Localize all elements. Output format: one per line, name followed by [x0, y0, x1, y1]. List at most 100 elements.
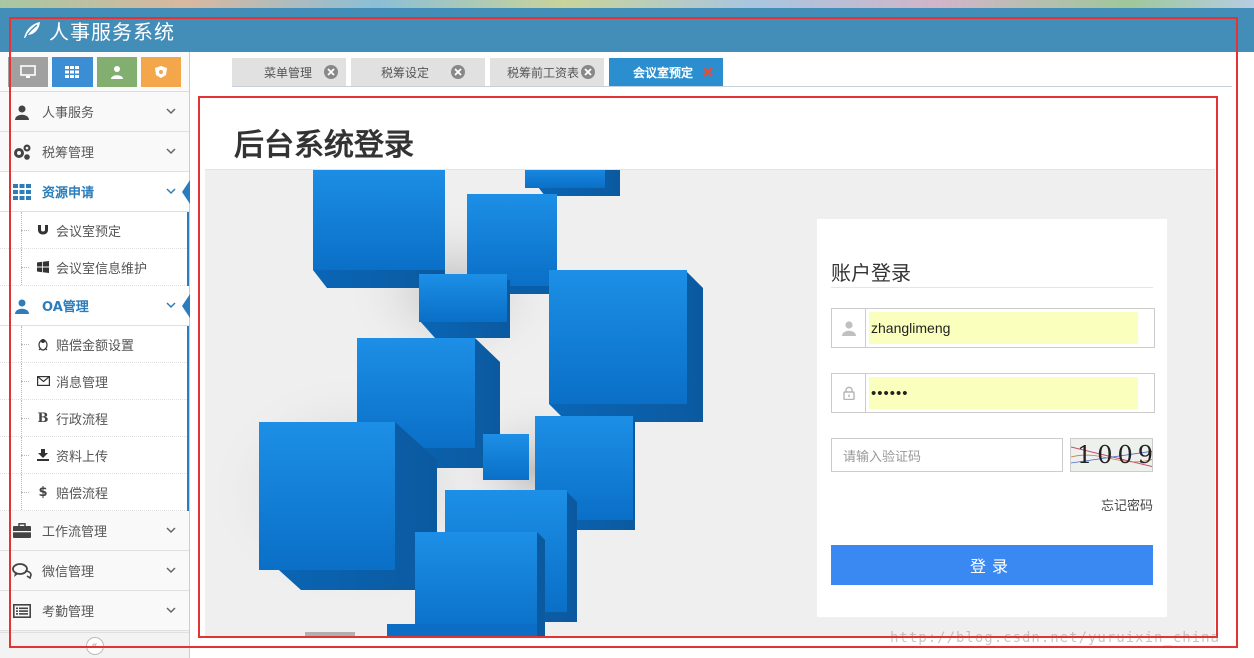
submenu-oa-management: 赔偿金额设置 消息管理 B 行政流程 资料上传 $ 赔偿流程 [0, 326, 189, 511]
card-divider [831, 287, 1153, 288]
sidebar-item-label: 资源申请 [42, 186, 95, 201]
forgot-password-link[interactable]: 忘记密码 [1101, 495, 1153, 514]
page-title: 后台系统登录 [234, 128, 414, 163]
sidebar-subitem-label: 会议室预定 [56, 224, 122, 240]
sidebar-item-resource-request[interactable]: 资源申请 [0, 172, 190, 212]
magnet-icon [36, 223, 50, 237]
watermark: http://blog.csdn.net/yuruixin_china [890, 630, 1221, 646]
sidebar-menu: 人事服务 税筹管理 资源申请 会议室预定 会议室信息维护 OA管理 赔偿金额设置… [0, 92, 190, 631]
sidebar-item-message-management[interactable]: 消息管理 [0, 363, 187, 400]
chevron-down-icon [166, 302, 176, 309]
sidebar-item-tax-planning[interactable]: 税筹管理 [0, 132, 189, 172]
sidebar-subitem-label: 赔偿金额设置 [56, 338, 135, 354]
envelope-icon [36, 374, 50, 388]
monitor-icon [20, 65, 36, 78]
submenu-resource-request: 会议室预定 会议室信息维护 [0, 212, 189, 286]
chevron-down-icon [166, 527, 176, 534]
password-field: •••••• [831, 373, 1155, 413]
sidebar-item-admin-process[interactable]: B 行政流程 [0, 400, 187, 437]
close-icon[interactable] [581, 65, 596, 79]
list-alt-icon [12, 602, 32, 620]
sidebar-item-label: 考勤管理 [42, 605, 95, 620]
shortcut-monitor-button[interactable] [8, 57, 49, 87]
sidebar-item-label: 工作流管理 [42, 525, 108, 540]
tab-label: 税筹前工资表 [507, 65, 580, 80]
login-card-title: 账户登录 [831, 261, 911, 285]
login-button[interactable]: 登录 [831, 545, 1153, 585]
shortcut-user-button[interactable] [96, 57, 137, 87]
dollar-icon: $ [38, 484, 48, 500]
gears-icon [12, 143, 32, 161]
sidebar-subitem-label: 行政流程 [56, 412, 109, 428]
sidebar-item-workflow[interactable]: 工作流管理 [0, 511, 189, 551]
sidebar-item-compensation-settings[interactable]: 赔偿金额设置 [0, 326, 187, 363]
login-card: 账户登录 zhanglimeng •••••• 请输入验证码 1009 忘记密码… [817, 219, 1167, 617]
badge-icon [154, 66, 167, 78]
sidebar-subitem-label: 资料上传 [56, 449, 109, 465]
sidebar-item-meeting-room-maintenance[interactable]: 会议室信息维护 [0, 249, 187, 286]
sidebar-item-meeting-room-booking[interactable]: 会议室预定 [0, 212, 187, 249]
sidebar-subitem-label: 消息管理 [56, 375, 109, 391]
user-icon [110, 66, 123, 79]
tab-label: 会议室预定 [633, 65, 694, 80]
sidebar-item-file-upload[interactable]: 资料上传 [0, 437, 187, 474]
sidebar-item-label: 税筹管理 [42, 146, 95, 161]
chevron-down-icon [166, 607, 176, 614]
sidebar: 人事服务 税筹管理 资源申请 会议室预定 会议室信息维护 OA管理 赔偿金额设置… [0, 52, 190, 658]
tab-bar: 菜单管理 税筹设定 税筹前工资表 会议室预定 [232, 57, 1232, 87]
tab-menu-management[interactable]: 菜单管理 [232, 58, 346, 86]
username-field: zhanglimeng [831, 308, 1155, 348]
user-icon [12, 103, 32, 121]
shortcut-bar [0, 52, 189, 92]
windows-icon [36, 260, 50, 274]
double-chevron-left-icon[interactable]: « [85, 636, 104, 655]
sidebar-item-label: 人事服务 [42, 106, 95, 121]
briefcase-icon [12, 522, 32, 540]
page-root: 人事服务系统 人事服务 税筹管理 资源申请 会议室预定 会议室信息维护 OA管理… [0, 0, 1254, 658]
user-icon [12, 297, 32, 315]
app-header: 人事服务系统 [0, 8, 1254, 52]
sidebar-subitem-label: 赔偿流程 [56, 486, 109, 502]
captcha-input[interactable]: 请输入验证码 [831, 438, 1063, 472]
sidebar-item-hr-service[interactable]: 人事服务 [0, 92, 189, 132]
comments-icon [12, 562, 32, 580]
tab-tax-settings[interactable]: 税筹设定 [351, 58, 485, 86]
app-title: 人事服务系统 [49, 19, 175, 44]
user-icon [832, 309, 866, 347]
captcha-text: 1009 [1077, 441, 1153, 469]
leaf-icon [24, 22, 40, 38]
brand[interactable]: 人事服务系统 [22, 16, 175, 44]
tab-label: 菜单管理 [264, 65, 313, 80]
captcha-image[interactable]: 1009 [1070, 438, 1153, 472]
bold-icon: B [37, 410, 49, 426]
chevron-down-icon [166, 567, 176, 574]
sidebar-item-compensation-process[interactable]: $ 赔偿流程 [0, 474, 187, 511]
chevron-down-icon [166, 188, 176, 195]
shortcut-badge-button[interactable] [140, 57, 181, 87]
sidebar-item-attendance[interactable]: 考勤管理 [0, 591, 189, 631]
tab-meeting-room-booking[interactable]: 会议室预定 [609, 58, 723, 86]
sidebar-collapse-bar: « [0, 632, 189, 658]
close-icon[interactable] [451, 65, 466, 79]
download-icon [36, 448, 50, 462]
lock-icon [832, 374, 866, 412]
chevron-down-icon [166, 108, 176, 115]
username-input[interactable]: zhanglimeng [869, 312, 1138, 344]
blue-cubes-illustration [205, 170, 703, 636]
close-icon[interactable] [701, 65, 715, 79]
tab-pre-tax-payroll[interactable]: 税筹前工资表 [490, 58, 604, 86]
sidebar-item-oa-management[interactable]: OA管理 [0, 286, 190, 326]
shortcut-grid-button[interactable] [52, 57, 93, 87]
chevron-down-icon [166, 148, 176, 155]
top-banner-strip [0, 0, 1254, 8]
tab-label: 税筹设定 [381, 65, 430, 80]
password-input[interactable]: •••••• [869, 377, 1138, 409]
grid-icon [65, 66, 80, 78]
sidebar-item-wechat[interactable]: 微信管理 [0, 551, 189, 591]
sidebar-item-label: OA管理 [42, 300, 89, 315]
sidebar-item-label: 微信管理 [42, 565, 95, 580]
close-icon[interactable] [324, 65, 338, 79]
grid-icon [12, 183, 32, 201]
linux-icon [36, 337, 50, 351]
sidebar-subitem-label: 会议室信息维护 [56, 261, 148, 277]
